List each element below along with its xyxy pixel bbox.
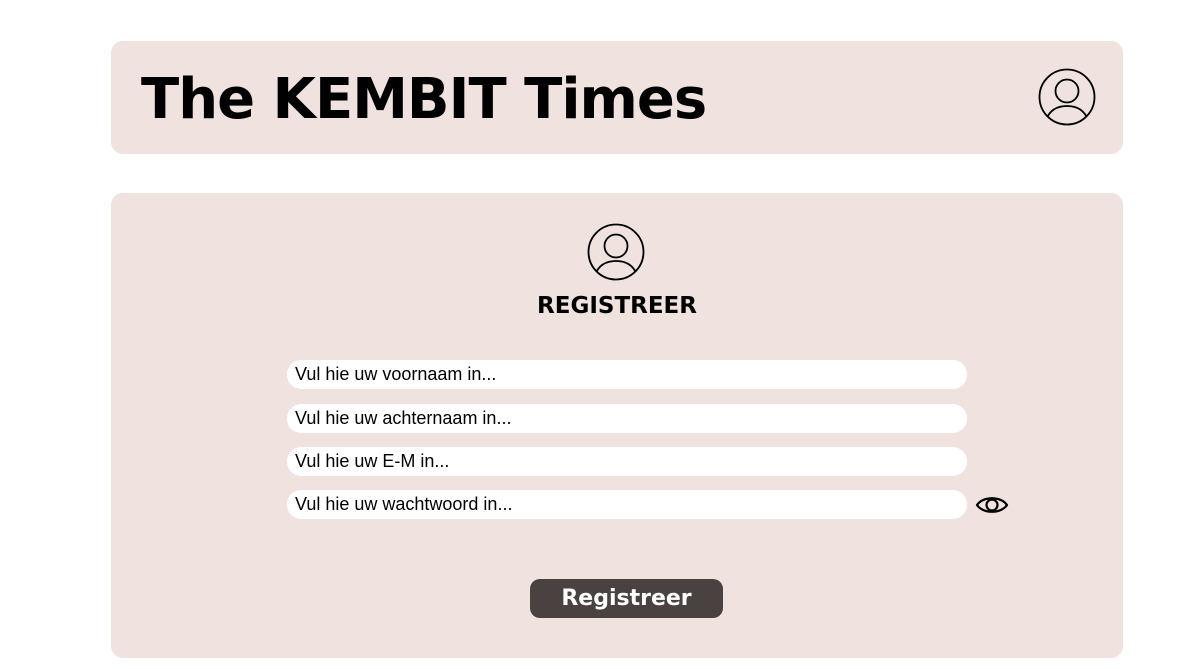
register-button[interactable]: Registreer bbox=[530, 579, 723, 618]
site-header: The KEMBIT Times bbox=[111, 41, 1123, 154]
account-user-icon[interactable] bbox=[1038, 68, 1096, 126]
email-input[interactable] bbox=[287, 447, 967, 476]
last-name-input[interactable] bbox=[287, 404, 967, 433]
register-heading: REGISTREER bbox=[537, 293, 697, 319]
site-title: The KEMBIT Times bbox=[141, 67, 707, 132]
user-avatar-icon bbox=[587, 223, 645, 281]
eye-icon[interactable] bbox=[975, 493, 1009, 517]
registration-card: REGISTREER Registreer bbox=[111, 193, 1123, 658]
password-input[interactable] bbox=[287, 490, 967, 519]
first-name-input[interactable] bbox=[287, 360, 967, 389]
